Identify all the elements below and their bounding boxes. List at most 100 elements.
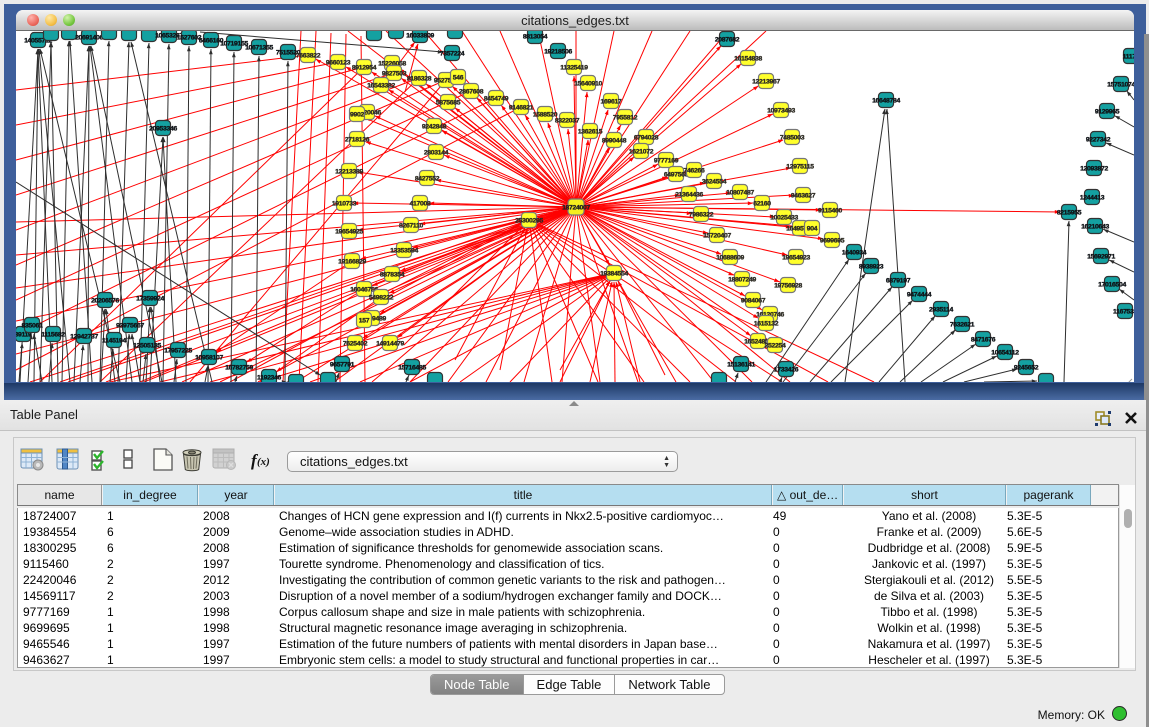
svg-text:7485003: 7485003: [780, 135, 805, 142]
svg-text:10654112: 10654112: [991, 350, 1019, 357]
svg-text:12942737: 12942737: [70, 334, 98, 341]
svg-text:8186328: 8186328: [407, 76, 432, 83]
svg-text:8990448: 8990448: [602, 138, 627, 145]
svg-text:10973493: 10973493: [767, 108, 795, 115]
svg-text:11171: 11171: [1123, 54, 1134, 61]
svg-text:17016504: 17016504: [1098, 282, 1126, 289]
svg-text:14914479: 14914479: [376, 341, 404, 348]
svg-text:1362615: 1362615: [578, 129, 603, 136]
svg-text:15692971: 15692971: [1087, 254, 1115, 261]
svg-text:5498222: 5498222: [369, 295, 394, 302]
svg-text:7663822: 7663822: [296, 53, 321, 60]
svg-text:9827503: 9827503: [382, 71, 407, 78]
svg-text:417008: 417008: [410, 201, 431, 208]
svg-text:20953346: 20953346: [149, 126, 177, 133]
svg-text:8267110: 8267110: [399, 223, 424, 230]
svg-text:19756928: 19756928: [774, 283, 802, 290]
svg-text:20206576: 20206576: [91, 298, 119, 305]
svg-text:9245652: 9245652: [1014, 365, 1039, 372]
svg-text:16210643: 16210643: [1081, 224, 1109, 231]
svg-text:16543382: 16543382: [367, 83, 395, 90]
svg-text:1615132: 1615132: [754, 321, 779, 328]
svg-text:9242848: 9242848: [422, 124, 447, 131]
svg-text:7986322: 7986322: [689, 212, 714, 219]
svg-text:8912954: 8912954: [352, 65, 377, 72]
svg-text:1910733: 1910733: [332, 201, 357, 208]
svg-text:15716485: 15716485: [398, 365, 426, 372]
svg-text:2867608: 2867608: [459, 89, 484, 96]
svg-text:12213389: 12213389: [335, 169, 363, 176]
svg-text:3624554: 3624554: [702, 179, 727, 186]
svg-text:9777169: 9777169: [654, 158, 679, 165]
svg-text:2803144: 2803144: [424, 150, 449, 157]
svg-text:15720407: 15720407: [703, 233, 731, 240]
svg-text:16648784: 16648784: [872, 98, 900, 105]
svg-text:93975667: 93975667: [116, 323, 144, 330]
svg-text:10807487: 10807487: [726, 190, 754, 197]
svg-text:16033809: 16033809: [406, 33, 434, 40]
svg-text:(x): (x): [257, 456, 270, 468]
svg-text:13353594: 13353594: [390, 248, 418, 255]
svg-text:25300295: 25300295: [515, 218, 543, 225]
svg-text:10688609: 10688609: [716, 255, 744, 262]
svg-text:7955812: 7955812: [613, 115, 638, 122]
svg-text:9146821: 9146821: [509, 105, 534, 112]
svg-text:746266: 746266: [684, 168, 705, 175]
svg-text:8454749: 8454749: [484, 96, 509, 103]
svg-text:1167533: 1167533: [1113, 309, 1134, 316]
svg-text:2935114: 2935114: [929, 307, 954, 314]
svg-text:5875685: 5875685: [436, 100, 461, 107]
svg-text:15136141: 15136141: [727, 362, 755, 369]
svg-text:8938923: 8938923: [859, 264, 884, 271]
svg-text:6879197: 6879197: [886, 278, 911, 285]
svg-text:1640934: 1640934: [842, 250, 867, 257]
svg-text:2718126: 2718126: [345, 137, 370, 144]
svg-text:10958107: 10958107: [195, 355, 223, 362]
svg-text:9474444: 9474444: [907, 292, 932, 299]
svg-text:169617: 169617: [601, 99, 622, 106]
svg-text:20691406: 20691406: [75, 35, 103, 42]
svg-text:17957225: 17957225: [164, 348, 192, 355]
svg-text:7632621: 7632621: [950, 322, 975, 329]
svg-text:8215955: 8215955: [1057, 210, 1082, 217]
svg-text:19654925: 19654925: [335, 229, 363, 236]
svg-text:16782759: 16782759: [225, 365, 253, 372]
svg-text:16154838: 16154838: [734, 56, 762, 63]
svg-text:904: 904: [807, 226, 818, 233]
svg-text:18724007: 18724007: [562, 205, 590, 212]
svg-text:1733426: 1733426: [774, 367, 799, 374]
svg-text:9902: 9902: [350, 112, 364, 119]
svg-text:2087682: 2087682: [715, 37, 740, 44]
svg-text:9227342: 9227342: [1086, 137, 1111, 144]
svg-text:9657791: 9657791: [330, 362, 355, 369]
svg-text:62160: 62160: [753, 201, 771, 208]
svg-text:7357224: 7357224: [440, 51, 465, 58]
svg-text:6794028: 6794028: [634, 135, 659, 142]
svg-text:17359924: 17359924: [136, 296, 164, 303]
svg-text:15640910: 15640910: [574, 81, 602, 88]
svg-text:11325419: 11325419: [560, 65, 588, 72]
svg-text:15751074: 15751074: [1107, 82, 1134, 89]
svg-text:19384554: 19384554: [600, 271, 628, 278]
svg-text:19654923: 19654923: [782, 255, 810, 262]
svg-text:12505135: 12505135: [133, 343, 161, 350]
svg-text:12975115: 12975115: [786, 164, 814, 171]
svg-text:835061: 835061: [22, 323, 43, 330]
svg-text:8878354: 8878354: [380, 272, 405, 279]
svg-text:252254: 252254: [765, 343, 786, 350]
svg-text:9129965: 9129965: [1095, 109, 1120, 116]
svg-text:9699695: 9699695: [820, 238, 845, 245]
svg-text:1244413: 1244413: [1080, 195, 1105, 202]
svg-text:1145194: 1145194: [102, 338, 127, 345]
svg-text:8813054: 8813054: [523, 34, 548, 41]
svg-text:9115460: 9115460: [818, 208, 843, 215]
svg-text:19218506: 19218506: [544, 49, 572, 56]
svg-text:10671355: 10671355: [245, 45, 273, 52]
svg-text:18807249: 18807249: [728, 277, 756, 284]
svg-text:1115682: 1115682: [41, 332, 65, 339]
svg-text:9084067: 9084067: [741, 298, 766, 305]
svg-text:1621072: 1621072: [629, 149, 654, 156]
svg-text:157: 157: [359, 318, 370, 325]
svg-text:7625402: 7625402: [343, 341, 368, 348]
svg-text:8471676: 8471676: [971, 337, 996, 344]
